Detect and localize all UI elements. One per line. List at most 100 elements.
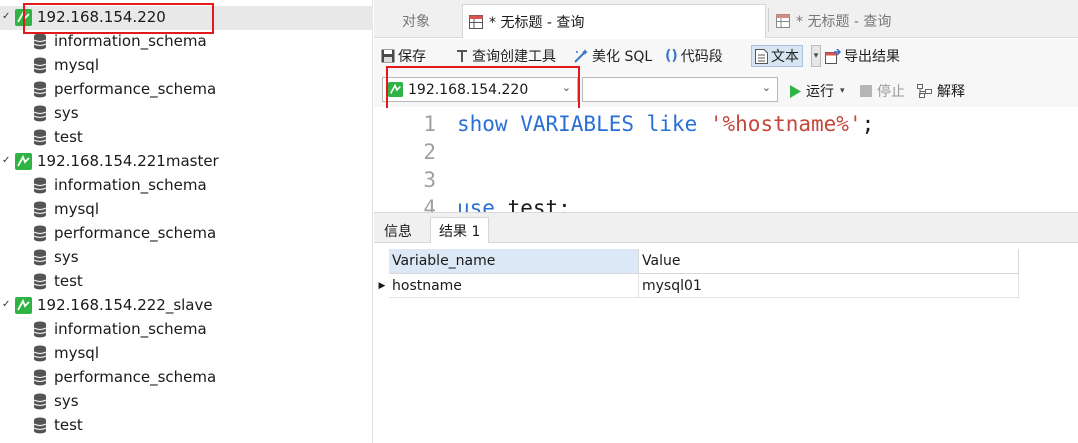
connection-node[interactable]: ✓ 192.168.154.221master — [0, 150, 373, 174]
expanded-chevron-icon[interactable]: ✓ — [2, 299, 10, 310]
chevron-down-icon: ⌄ — [561, 81, 571, 94]
database-node[interactable]: information_schema — [0, 174, 373, 198]
database-node[interactable]: performance_schema — [0, 222, 373, 246]
code-line[interactable]: show VARIABLES like '%hostname%'; — [457, 112, 874, 136]
tab-separator — [768, 8, 769, 32]
sql-string: '%hostname%' — [709, 112, 862, 136]
query-builder-label: 查询创建工具 — [472, 49, 556, 65]
sql-keyword: show VARIABLES like — [457, 112, 710, 136]
mysql-connection-icon — [15, 153, 32, 170]
database-name: mysql — [54, 56, 99, 74]
tab-result-1[interactable]: 结果 1 — [430, 217, 490, 244]
editor-tab-bar: 对象 * 无标题 - 查询 * 无标题 - 查询 — [374, 0, 1078, 38]
chevron-down-icon: ▾ — [813, 51, 819, 61]
sql-identifier: test; — [494, 196, 571, 212]
database-icon — [33, 177, 47, 194]
tab-objects-label: 对象 — [402, 14, 430, 30]
query-builder-icon — [457, 50, 467, 62]
sql-editor[interactable]: 1 2 3 4 show VARIABLES like '%hostname%'… — [374, 108, 1078, 212]
database-node[interactable]: sys — [0, 246, 373, 270]
database-node[interactable]: performance_schema — [0, 366, 373, 390]
database-icon — [33, 129, 47, 146]
database-node[interactable]: mysql — [0, 54, 373, 78]
stop-button[interactable]: 停止 — [860, 81, 905, 101]
run-button[interactable]: 运行 ▾ — [789, 81, 845, 101]
database-node[interactable]: information_schema — [0, 30, 373, 54]
database-icon — [33, 81, 47, 98]
code-line[interactable]: use test; — [457, 196, 571, 212]
table-cell[interactable]: hostname — [389, 274, 639, 298]
code-snippet-button[interactable]: () 代码段 — [665, 45, 723, 67]
database-name: sys — [54, 392, 79, 410]
sql-keyword: use — [457, 196, 495, 212]
database-icon — [33, 105, 47, 122]
play-icon — [790, 84, 801, 98]
export-results-button[interactable]: 导出结果 — [825, 45, 900, 67]
cell-value: hostname — [392, 277, 462, 294]
database-node[interactable]: performance_schema — [0, 78, 373, 102]
connection-select[interactable]: 192.168.154.220 ⌄ — [382, 77, 578, 102]
database-node[interactable]: mysql — [0, 198, 373, 222]
chevron-down-icon[interactable]: ▾ — [840, 86, 845, 96]
database-node[interactable]: test — [0, 126, 373, 150]
tab-info[interactable]: 信息 — [376, 217, 420, 244]
connection-name: 192.168.154.220 — [37, 8, 166, 26]
expanded-chevron-icon[interactable]: ✓ — [2, 11, 10, 22]
database-icon — [33, 57, 47, 74]
result-grid: Variable_name Value ▶ hostname mysql01 — [374, 243, 1078, 443]
tab-objects[interactable]: 对象 — [402, 4, 430, 38]
database-name: performance_schema — [54, 224, 217, 242]
database-node[interactable]: sys — [0, 390, 373, 414]
database-icon — [33, 225, 47, 242]
result-tab-bar: 信息 结果 1 — [374, 212, 1078, 244]
tab-query-inactive[interactable]: * 无标题 - 查询 — [770, 4, 891, 38]
database-icon — [33, 417, 47, 434]
database-icon — [33, 249, 47, 266]
text-mode-dropdown[interactable]: ▾ — [811, 45, 821, 67]
tab-result-1-label: 结果 1 — [439, 224, 481, 240]
connection-select-value: 192.168.154.220 — [408, 81, 529, 98]
export-icon — [825, 48, 841, 64]
explain-label: 解释 — [937, 84, 965, 100]
tab-query-label: * 无标题 - 查询 — [796, 14, 892, 30]
expanded-chevron-icon[interactable]: ✓ — [2, 155, 10, 166]
database-node[interactable]: test — [0, 270, 373, 294]
column-header[interactable]: Variable_name — [389, 249, 639, 274]
database-select[interactable]: ⌄ — [582, 77, 778, 102]
line-number: 1 — [423, 112, 436, 136]
connection-selector-bar: 192.168.154.220 ⌄ ⌄ 运行 ▾ 停止 解释 — [374, 73, 1078, 107]
connection-node[interactable]: ✓ 192.168.154.222_slave — [0, 294, 373, 318]
code-snippet-label: 代码段 — [680, 49, 723, 65]
column-header[interactable]: Value — [639, 249, 1019, 274]
run-label: 运行 — [806, 84, 834, 100]
explain-button[interactable]: 解释 — [917, 81, 965, 101]
query-builder-button[interactable]: 查询创建工具 — [455, 45, 556, 67]
database-name: test — [54, 272, 83, 290]
text-mode-button[interactable]: 文本 — [751, 45, 803, 67]
stop-label: 停止 — [877, 84, 905, 100]
chevron-down-icon: ⌄ — [761, 81, 771, 94]
explain-icon — [917, 84, 932, 98]
database-icon — [33, 369, 47, 386]
database-node[interactable]: sys — [0, 102, 373, 126]
save-button[interactable]: 保存 — [381, 45, 426, 67]
table-cell[interactable]: mysql01 — [639, 274, 1019, 298]
tab-query-active[interactable]: * 无标题 - 查询 — [462, 4, 766, 38]
beautify-sql-button[interactable]: 美化 SQL — [573, 45, 652, 67]
beautify-sql-label: 美化 SQL — [592, 49, 653, 65]
column-header-label: Variable_name — [392, 253, 496, 269]
database-name: test — [54, 416, 83, 434]
database-node[interactable]: information_schema — [0, 318, 373, 342]
export-results-label: 导出结果 — [844, 49, 900, 65]
database-node[interactable]: test — [0, 414, 373, 438]
connection-node[interactable]: ✓ 192.168.154.220 — [0, 6, 373, 30]
database-name: mysql — [54, 344, 99, 362]
database-icon — [33, 201, 47, 218]
database-icon — [33, 321, 47, 338]
tab-info-label: 信息 — [384, 223, 412, 240]
database-icon — [33, 393, 47, 410]
database-node[interactable]: mysql — [0, 342, 373, 366]
text-mode-label: 文本 — [771, 49, 799, 65]
query-toolbar: 保存 查询创建工具 美化 SQL () 代码段 文本 ▾ 导出结果 — [374, 39, 1078, 73]
database-icon — [33, 33, 47, 50]
